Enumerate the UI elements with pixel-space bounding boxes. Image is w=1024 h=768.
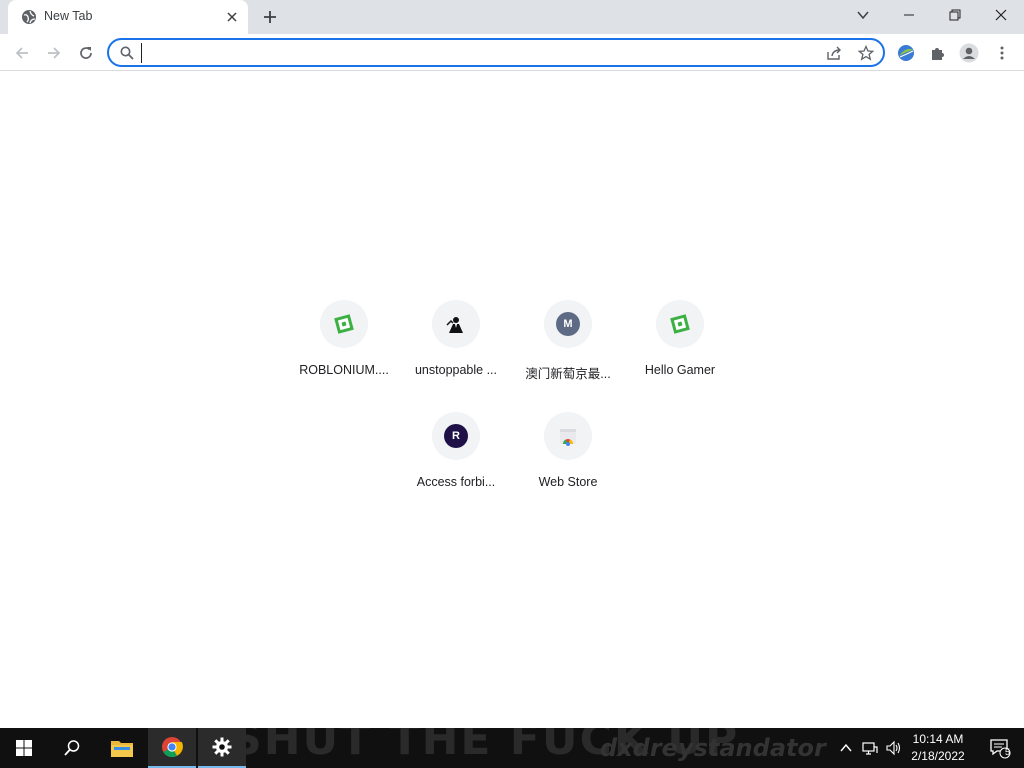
globe-icon [22, 10, 36, 24]
shortcut-label: Web Store [538, 475, 598, 489]
notification-count-badge: 5 [1005, 747, 1011, 757]
puzzle-icon [932, 48, 944, 60]
avatar-icon [959, 43, 979, 63]
shortcut-icon-circle: M [544, 300, 592, 348]
menu-button[interactable] [989, 40, 1015, 66]
share-icon[interactable] [826, 45, 842, 61]
restore-icon [949, 9, 961, 21]
shortcut-icon-circle [544, 412, 592, 460]
chevron-up-icon[interactable] [838, 740, 854, 756]
letter-m-icon: M [556, 312, 580, 336]
close-icon [995, 9, 1007, 21]
restore-button[interactable] [932, 0, 978, 30]
shortcut-tile[interactable]: R Access forbi... [400, 412, 512, 512]
extensions-button[interactable] [925, 40, 951, 66]
shortcut-icon-circle [656, 300, 704, 348]
shortcut-tile[interactable]: Web Store [512, 412, 624, 512]
address-bar[interactable] [107, 38, 885, 67]
roblox-logo-icon [334, 314, 354, 334]
clock[interactable]: 10:14 AM 2/18/2022 [906, 731, 970, 765]
shortcut-label: Access forbi... [416, 475, 496, 489]
search-icon [120, 46, 134, 60]
tab-strip: New Tab [0, 0, 1024, 34]
search-button[interactable] [48, 728, 96, 768]
network-icon[interactable] [862, 740, 878, 756]
file-explorer-button[interactable] [98, 728, 146, 768]
search-icon [64, 740, 80, 756]
folder-icon [111, 741, 133, 757]
start-button[interactable] [0, 728, 48, 768]
shortcut-tile[interactable]: ROBLONIUM.... [288, 300, 400, 400]
new-tab-button[interactable] [260, 7, 280, 27]
clock-date: 2/18/2022 [911, 749, 965, 763]
volume-icon[interactable] [886, 740, 902, 756]
settings-taskbar-button[interactable] [198, 728, 246, 768]
bookmark-star-icon[interactable] [858, 45, 874, 61]
shortcut-icon-circle [320, 300, 368, 348]
roblox-logo-icon [670, 314, 690, 334]
windows-logo-icon [16, 740, 32, 756]
suit-figure-icon [446, 317, 463, 333]
reload-icon [80, 47, 92, 59]
close-tab-icon[interactable] [224, 9, 240, 25]
forward-button[interactable] [41, 40, 67, 66]
tab-new-tab[interactable]: New Tab [8, 0, 248, 34]
clock-time: 10:14 AM [912, 732, 964, 746]
tab-title: New Tab [44, 9, 93, 23]
toolbar [0, 34, 1024, 71]
taskbar: SHUT THE FUCK UP dxdreystandator 10:14 A… [0, 728, 1024, 768]
back-button[interactable] [9, 40, 35, 66]
shortcut-tile[interactable]: unstoppable ... [400, 300, 512, 400]
action-center-button[interactable]: 5 [976, 728, 1024, 768]
extension-button[interactable] [893, 40, 919, 66]
shortcut-icon-circle [432, 300, 480, 348]
shortcut-label: Hello Gamer [644, 363, 716, 377]
wallpaper-subtext: dxdreystandator [600, 734, 826, 762]
tab-search-button[interactable] [840, 0, 886, 30]
profile-button[interactable] [956, 40, 982, 66]
more-vert-icon [1000, 46, 1004, 60]
chrome-taskbar-button[interactable] [148, 728, 196, 768]
shortcut-label: ROBLONIUM.... [299, 363, 389, 377]
arrow-left-icon [15, 47, 28, 59]
address-input[interactable] [141, 43, 811, 63]
gear-icon [212, 737, 232, 757]
shortcut-label: 澳门新萄京最... [525, 367, 611, 381]
minimize-button[interactable] [886, 0, 932, 30]
chrome-web-store-icon [560, 429, 576, 446]
minimize-icon [904, 14, 914, 16]
shortcut-label: unstoppable ... [414, 363, 497, 377]
close-window-button[interactable] [978, 0, 1024, 30]
extension-logo-icon [898, 45, 914, 61]
shortcut-tile[interactable]: Hello Gamer [624, 300, 736, 400]
reload-button[interactable] [73, 40, 99, 66]
shortcut-icon-circle: R [432, 412, 480, 460]
chevron-down-icon [857, 11, 869, 20]
letter-r-icon: R [444, 424, 468, 448]
shortcut-tile[interactable]: M 澳门新萄京最... [512, 300, 624, 400]
arrow-right-icon [48, 47, 61, 59]
chrome-icon [162, 737, 183, 758]
